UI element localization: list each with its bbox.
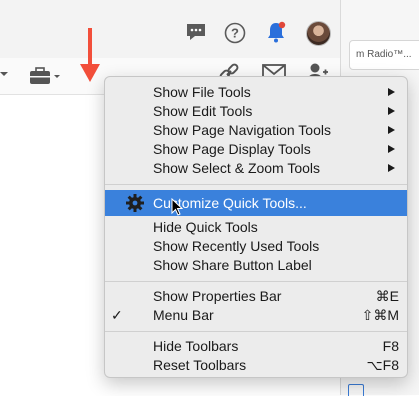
- menu-item-menu-bar[interactable]: ✓ Menu Bar ⇧⌘M: [105, 306, 407, 325]
- menu-item-shortcut: ⌘E: [375, 288, 399, 304]
- mouse-cursor-icon: [171, 197, 184, 216]
- menu-item-label: Show File Tools: [153, 84, 251, 100]
- submenu-arrow-icon: [388, 164, 395, 172]
- svg-text:?: ?: [231, 26, 239, 41]
- menu-item-show-edit-tools[interactable]: Show Edit Tools: [105, 102, 407, 121]
- submenu-arrow-icon: [388, 88, 395, 96]
- menu-item-label: Menu Bar: [153, 307, 214, 323]
- document-tab[interactable]: m Radio™...: [349, 40, 419, 70]
- menu-item-label: Show Page Navigation Tools: [153, 122, 331, 138]
- menu-item-label: Show Recently Used Tools: [153, 238, 320, 254]
- menu-item-shortcut: F8: [382, 338, 399, 354]
- menu-item-label: Reset Toolbars: [153, 357, 247, 373]
- menu-item-label: Show Properties Bar: [153, 288, 282, 304]
- submenu-arrow-icon: [388, 126, 395, 134]
- tools-briefcase-icon[interactable]: [28, 66, 62, 86]
- menu-item-label: Hide Toolbars: [153, 338, 239, 354]
- menu-item-show-properties-bar[interactable]: Show Properties Bar ⌘E: [105, 287, 407, 306]
- help-icon[interactable]: ?: [224, 22, 246, 44]
- menu-item-label: Show Share Button Label: [153, 257, 312, 273]
- menu-item-label: Show Edit Tools: [153, 103, 253, 119]
- menu-item-show-page-navigation-tools[interactable]: Show Page Navigation Tools: [105, 121, 407, 140]
- comments-icon[interactable]: [185, 22, 207, 42]
- menu-item-label: Show Page Display Tools: [153, 141, 311, 157]
- gear-icon: [125, 193, 145, 213]
- menu-item-shortcut: ⇧⌘M: [361, 307, 399, 323]
- submenu-arrow-icon: [388, 145, 395, 153]
- menu-item-hide-toolbars[interactable]: Hide Toolbars F8: [105, 337, 407, 356]
- menu-item-show-select-zoom-tools[interactable]: Show Select & Zoom Tools: [105, 159, 407, 178]
- submenu-arrow-icon: [388, 107, 395, 115]
- menu-item-reset-toolbars[interactable]: Reset Toolbars ⌥F8: [105, 356, 407, 375]
- menu-separator: [105, 331, 407, 332]
- menu-item-shortcut: ⌥F8: [366, 357, 399, 373]
- menu-separator: [105, 281, 407, 282]
- menu-item-label: Hide Quick Tools: [153, 219, 258, 235]
- avatar[interactable]: [306, 21, 331, 46]
- menu-item-hide-quick-tools[interactable]: Hide Quick Tools: [105, 218, 407, 237]
- menu-separator: [105, 184, 407, 185]
- menu-item-show-file-tools[interactable]: Show File Tools: [105, 83, 407, 102]
- document-icon[interactable]: [348, 384, 364, 396]
- bell-icon[interactable]: [264, 20, 288, 44]
- toolbar-context-menu: Show File Tools Show Edit Tools Show Pag…: [104, 76, 408, 378]
- checkmark-icon: ✓: [111, 307, 123, 323]
- chevron-down-icon[interactable]: [0, 66, 10, 82]
- menu-item-show-recently-used-tools[interactable]: Show Recently Used Tools: [105, 237, 407, 256]
- menu-item-customize-quick-tools[interactable]: Customize Quick Tools...: [105, 190, 407, 216]
- menu-item-label: Show Select & Zoom Tools: [153, 160, 321, 176]
- menu-item-show-page-display-tools[interactable]: Show Page Display Tools: [105, 140, 407, 159]
- menu-item-show-share-button-label[interactable]: Show Share Button Label: [105, 256, 407, 275]
- annotation-arrow-icon: [78, 28, 102, 84]
